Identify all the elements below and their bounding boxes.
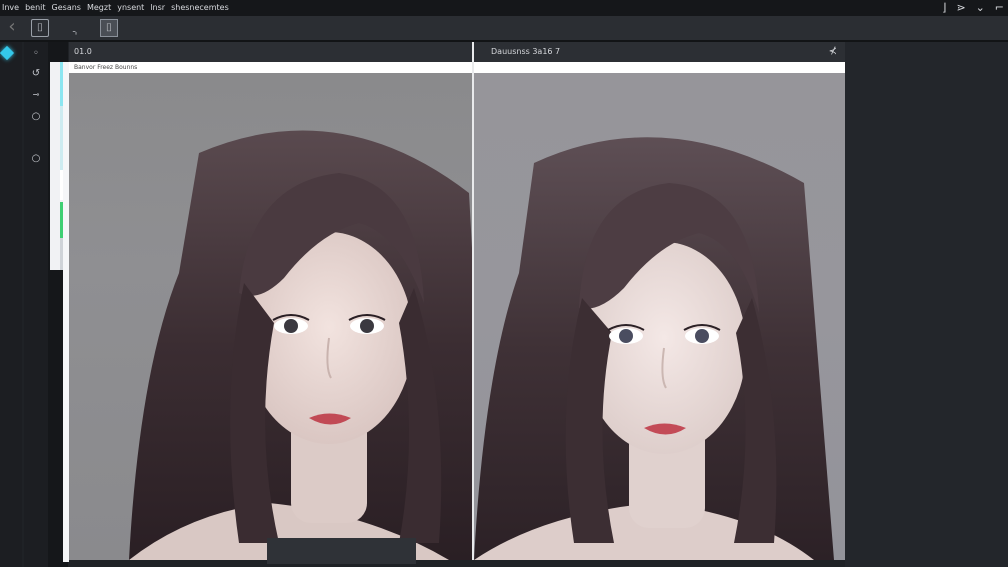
portrait-left-image [129,130,472,560]
frame-tool-icon[interactable]: ⌷ [31,19,49,37]
menu-item-1[interactable]: Inve [2,0,19,16]
menu-item-2[interactable]: benit [25,0,45,16]
menu-item-5[interactable]: ynsent [117,0,144,16]
status-text: Banvor Freez Bounns [74,64,138,71]
crop-tool-icon[interactable]: ⌍ [68,24,84,40]
menu-items: Inve benit Gesans Megzt ynsent lnsr shes… [0,0,229,16]
rotate-tool-icon[interactable]: ↺ [29,67,43,81]
control-3-icon[interactable]: ⌄ [976,0,985,16]
close-tab-icon[interactable]: ⊀ [829,42,837,62]
control-4-icon[interactable]: ⌐ [995,0,1004,16]
back-icon[interactable]: ‹ [4,18,20,36]
ellipse-tool-icon[interactable]: ○ [29,152,43,166]
circle-tool-icon[interactable]: ○ [29,110,43,124]
tab-left-label[interactable]: 01.0 [74,42,92,62]
canvas-left[interactable] [69,73,472,560]
dot-tool-icon[interactable]: ◦ [29,47,43,61]
app-diamond-icon[interactable] [0,45,15,61]
menu-item-6[interactable]: lnsr [150,0,165,16]
canvas-right[interactable] [474,73,845,560]
right-panel [845,42,1008,567]
menubar: Inve benit Gesans Megzt ynsent lnsr shes… [0,0,1008,16]
workspace: 01.0 Dauusnss 3a16 7 ⊀ Banvor Freez Boun… [69,42,845,560]
menu-item-7[interactable]: shesnecemtes [171,0,229,16]
left-edge-bar [0,42,22,567]
tools-column: ◦ ↺ ⊸ ○ ○ [24,42,48,567]
bottom-overlay-panel [267,538,416,564]
document-tabbar: 01.0 Dauusnss 3a16 7 ⊀ [69,42,845,62]
control-1-icon[interactable]: ⌋ [942,0,946,16]
toolbar: ‹ ⌷ ⌍ ⌷ [0,16,1008,42]
menu-item-3[interactable]: Gesans [52,0,81,16]
window-controls: ⌋ ⋗ ⌄ ⌐ [942,0,1004,16]
portrait-right-image [474,137,834,560]
pen-tool-icon[interactable]: ⊸ [29,88,43,102]
tab-right-label[interactable]: Dauusnss 3a16 7 [491,42,560,62]
menu-item-4[interactable]: Megzt [87,0,111,16]
layer-tool-icon[interactable]: ⌷ [100,19,118,37]
control-2-icon[interactable]: ⋗ [956,0,965,16]
status-strip: Banvor Freez Bounns [69,62,845,73]
